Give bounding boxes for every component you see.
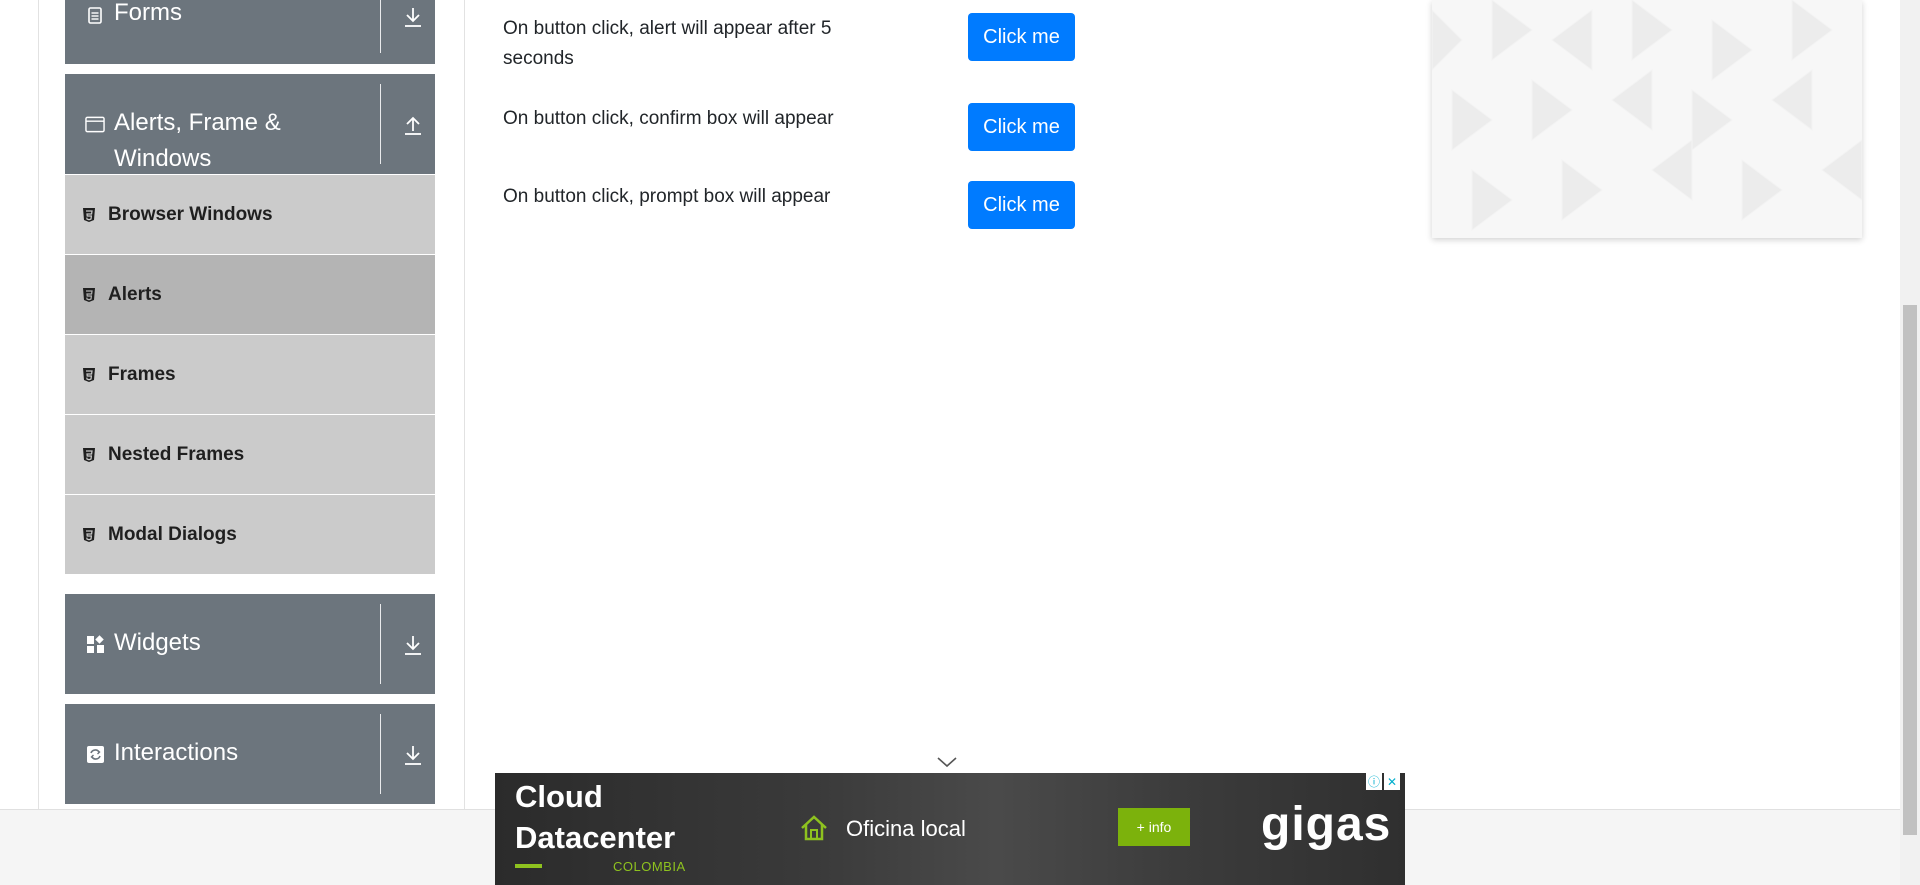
window-icon — [85, 114, 105, 134]
sidebar-submenu: Browser Windows Alerts Frames Nested Fra… — [65, 174, 435, 574]
alert-timer-button[interactable]: Click me — [968, 13, 1075, 61]
sidebar-group-title: Forms — [114, 0, 182, 26]
sidebar-item-modal-dialogs[interactable]: Modal Dialogs — [65, 494, 435, 574]
sidebar-group-forms[interactable]: Forms — [65, 0, 435, 64]
ad-info-button[interactable]: + info — [1118, 808, 1190, 846]
html5-icon — [82, 527, 96, 543]
footer-advertisement[interactable]: Cloud Datacenter COLOMBIA Oficina local … — [495, 773, 1405, 885]
prompt-box-description: On button click, prompt box will appear — [503, 186, 831, 207]
ad-accent-bar — [515, 864, 542, 868]
vertical-scrollbar[interactable] — [1900, 0, 1920, 885]
sidebar-right-border — [464, 0, 465, 809]
scrollbar-thumb[interactable] — [1903, 305, 1917, 835]
home-icon — [801, 815, 827, 841]
sidebar-item-label: Frames — [108, 363, 176, 385]
ad-close-icon[interactable]: ✕ — [1384, 773, 1400, 790]
alert-timer-description: On button click, alert will appear after… — [503, 18, 832, 69]
html5-icon — [82, 287, 96, 303]
sidebar-item-alerts[interactable]: Alerts — [65, 254, 435, 334]
sidebar-group-title: Widgets — [114, 629, 201, 656]
document-icon — [85, 5, 105, 25]
sidebar-group-interactions[interactable]: Interactions — [65, 704, 435, 804]
sidebar-group-divider — [380, 0, 381, 53]
ad-brand-logo: gigas — [1261, 798, 1392, 851]
sidebar-item-label: Browser Windows — [108, 203, 273, 225]
sidebar-group-widgets[interactable]: Widgets — [65, 594, 435, 694]
confirm-box-description: On button click, confirm box will appear — [503, 108, 834, 129]
widgets-icon — [85, 634, 105, 654]
sidebar-group-divider — [380, 714, 381, 794]
sidebar-left-border — [38, 0, 39, 809]
sidebar-item-browser-windows[interactable]: Browser Windows — [65, 174, 435, 254]
sidebar-group-title: Interactions — [114, 739, 239, 766]
sidebar-item-label: Modal Dialogs — [108, 523, 237, 545]
ad-banner-pattern — [1432, 0, 1862, 238]
sidebar-item-frames[interactable]: Frames — [65, 334, 435, 414]
ad-choices-icon[interactable]: ⓘ — [1366, 773, 1382, 790]
html5-icon — [82, 367, 96, 383]
sidebar-item-label: Nested Frames — [108, 443, 245, 465]
html5-icon — [82, 207, 96, 223]
sidebar-group-alerts-frame-windows[interactable]: Alerts, Frame & Windows — [65, 74, 435, 174]
ad-subline: COLOMBIA — [613, 859, 686, 874]
download-arrow-icon[interactable] — [400, 742, 426, 768]
sidebar-group-divider — [380, 604, 381, 684]
confirm-button[interactable]: Click me — [968, 103, 1075, 151]
sidebar-item-nested-frames[interactable]: Nested Frames — [65, 414, 435, 494]
download-arrow-icon[interactable] — [400, 4, 426, 30]
chevron-down-icon[interactable] — [935, 755, 959, 769]
sidebar-item-label: Alerts — [108, 283, 162, 305]
interactions-icon — [85, 744, 105, 764]
html5-icon — [82, 447, 96, 463]
sidebar-group-divider — [380, 84, 381, 164]
ad-headline: Cloud Datacenter — [515, 779, 676, 855]
prompt-button[interactable]: Click me — [968, 181, 1075, 229]
upload-arrow-icon[interactable] — [400, 112, 426, 138]
sidebar-group-title: Alerts, Frame & Windows — [114, 109, 281, 172]
page: Forms Alerts, Frame & Windows Browser Wi… — [0, 0, 1920, 885]
download-arrow-icon[interactable] — [400, 632, 426, 658]
ad-office-text: Oficina local — [846, 816, 966, 841]
